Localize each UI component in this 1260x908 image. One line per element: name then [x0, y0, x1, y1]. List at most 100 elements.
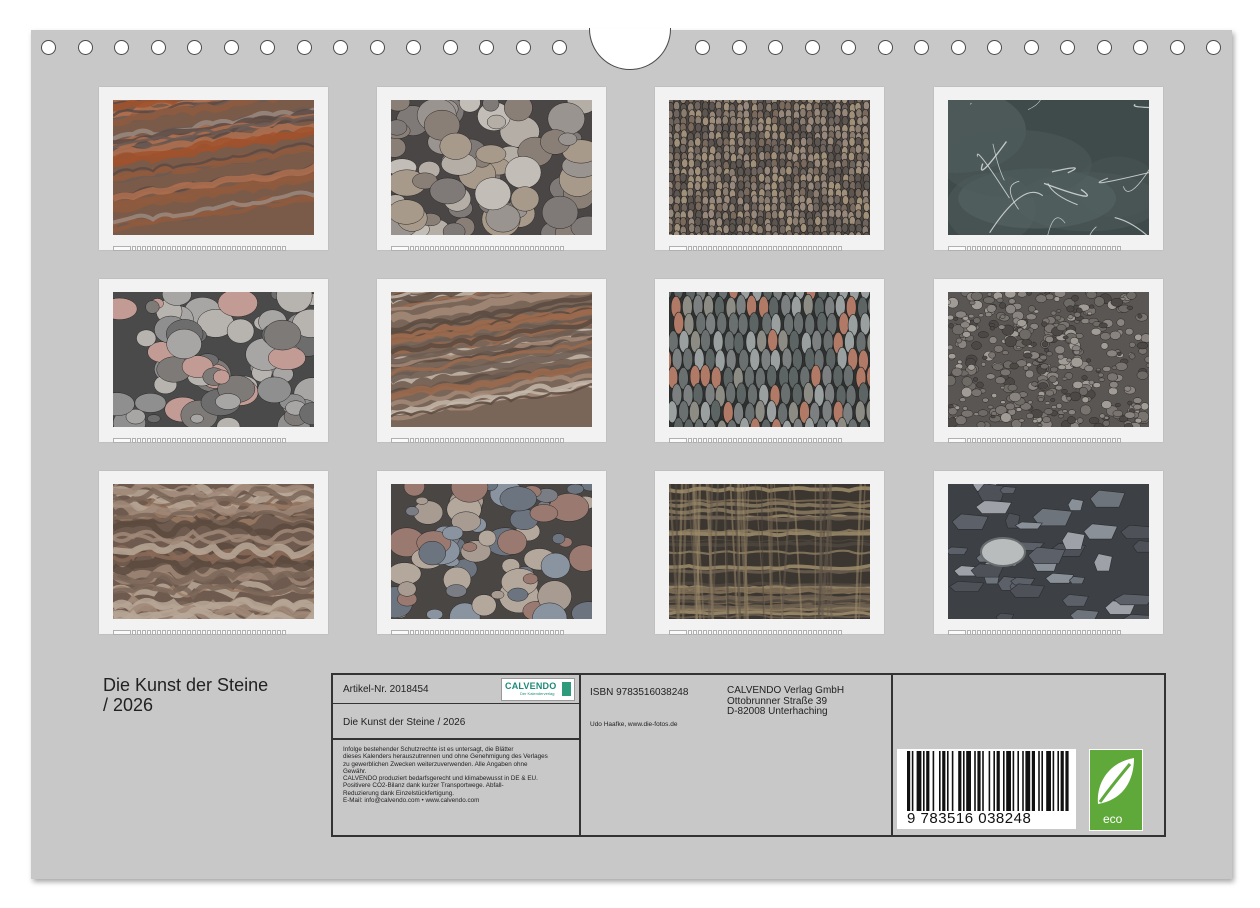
- calendar-back-page: Die Kunst der Steine / 2026 Artikel-Nr. …: [31, 28, 1232, 879]
- barcode-bars: [907, 751, 1069, 811]
- binding-ring: [768, 40, 783, 55]
- legal-line: zu gewerblichen Zwecken weiterzuverwende…: [343, 760, 528, 768]
- month-thumbnail: [377, 87, 606, 251]
- calvendo-logo-subtext: Der Kalenderverlag: [520, 691, 555, 696]
- mini-calendar-strip: [669, 430, 870, 443]
- binding-ring: [552, 40, 567, 55]
- calvendo-logo-mark-icon: [562, 682, 571, 696]
- binding-ring: [804, 40, 820, 55]
- binding-ring: [1060, 40, 1075, 55]
- publisher-line: D-82008 Unterhaching: [727, 706, 828, 717]
- binding-ring: [914, 40, 929, 55]
- stone-photo: [113, 100, 314, 235]
- binding-ring: [1169, 40, 1185, 55]
- month-thumbnail: [377, 471, 606, 635]
- barcode-number: 9 783516 038248: [907, 810, 1032, 827]
- mini-calendar-strip: [113, 238, 314, 251]
- stone-photo: [669, 292, 870, 427]
- calvendo-logo-text: CALVENDO: [505, 681, 557, 691]
- leaf-icon: [1097, 758, 1134, 804]
- mini-calendar-strip: [391, 622, 592, 635]
- binding-ring: [987, 40, 1002, 55]
- binding-ring: [479, 40, 494, 55]
- binding-ring: [877, 40, 893, 55]
- mini-calendar-strip: [669, 238, 870, 251]
- legal-line: CALVENDO produziert bedarfsgerecht und k…: [343, 775, 538, 783]
- binding-ring: [333, 40, 348, 55]
- binding-ring: [442, 40, 458, 55]
- binding-ring: [406, 40, 421, 55]
- binding-ring: [1133, 40, 1148, 55]
- binding-ring: [77, 40, 93, 55]
- info-calendar-title: Die Kunst der Steine / 2026: [343, 717, 466, 728]
- month-thumbnail: [655, 87, 884, 251]
- legal-line: Infolge bestehender Schutzrechte ist es …: [343, 746, 514, 753]
- binding-ring: [515, 40, 531, 55]
- isbn: ISBN 9783516038248: [590, 687, 689, 698]
- calvendo-logo: CALVENDO Der Kalenderverlag: [501, 678, 575, 701]
- legal-notice: Infolge bestehender Schutzrechte ist es …: [343, 746, 578, 804]
- mini-calendar-strip: [948, 622, 1149, 635]
- author: Udo Haafke, www.die-fotos.de: [590, 721, 678, 728]
- publisher-line: CALVENDO Verlag GmbH: [727, 685, 845, 696]
- mini-calendar-strip: [391, 238, 592, 251]
- month-thumbnail: [934, 471, 1163, 635]
- binding-ring: [369, 40, 385, 55]
- binding-ring: [1206, 40, 1221, 55]
- stone-photo: [669, 100, 870, 235]
- legal-line: E-Mail: info@calvendo.com • www.calvendo…: [343, 797, 480, 805]
- binding-ring: [114, 40, 129, 55]
- stone-photo: [113, 484, 314, 619]
- article-row: Artikel-Nr. 2018454 CALVENDO Der Kalende…: [333, 675, 579, 704]
- mini-calendar-strip: [391, 430, 592, 443]
- stone-photo: [948, 292, 1149, 427]
- legal-line: Positivere CO2-Bilanz dank kurzer Transp…: [343, 782, 504, 790]
- binding-ring: [41, 40, 56, 55]
- info-column-right: 9 783516 038248 eco: [893, 675, 1164, 835]
- title-row: Die Kunst der Steine / 2026: [333, 704, 579, 740]
- binding-ring: [223, 40, 239, 55]
- stone-photo: [948, 100, 1149, 235]
- calendar-title-line1: Die Kunst der Steine: [103, 675, 269, 695]
- month-thumbnail: [99, 87, 328, 251]
- month-thumbnail: [934, 87, 1163, 251]
- hanger-notch: [589, 28, 671, 70]
- month-thumbnail: [655, 471, 884, 635]
- month-thumbnail: [99, 471, 328, 635]
- binding-ring: [187, 40, 202, 55]
- month-thumbnail: [99, 279, 328, 443]
- binding-ring: [296, 40, 312, 55]
- barcode: 9 783516 038248: [897, 749, 1076, 829]
- legal-line: Gewähr.: [343, 767, 367, 775]
- binding-ring: [841, 40, 856, 55]
- binding-ring: [260, 40, 275, 55]
- article-number: Artikel-Nr. 2018454: [343, 684, 429, 695]
- eco-label: eco: [1103, 812, 1123, 826]
- stone-photo: [948, 484, 1149, 619]
- month-thumbnail: [377, 279, 606, 443]
- month-thumbnail: [655, 279, 884, 443]
- legal-line: Reduzierung dank Einzelstückfertigung.: [343, 789, 454, 797]
- calendar-title-line2: / 2026: [103, 695, 154, 715]
- binding-ring: [950, 40, 966, 55]
- mini-calendar-strip: [948, 238, 1149, 251]
- binding-ring: [1096, 40, 1112, 55]
- mini-calendar-strip: [948, 430, 1149, 443]
- info-column-middle: ISBN 9783516038248 Udo Haafke, www.die-f…: [581, 675, 893, 835]
- binding-ring: [150, 40, 166, 55]
- binding-ring: [731, 40, 747, 55]
- stone-photo: [391, 292, 592, 427]
- stone-photo: [113, 292, 314, 427]
- binding-ring: [695, 40, 710, 55]
- mini-calendar-strip: [669, 622, 870, 635]
- stone-photo: [669, 484, 870, 619]
- legal-line: dieses Kalenders herauszutrennen und ohn…: [343, 753, 548, 761]
- mini-calendar-strip: [113, 430, 314, 443]
- info-column-left: Artikel-Nr. 2018454 CALVENDO Der Kalende…: [333, 675, 581, 835]
- stone-photo: [391, 484, 592, 619]
- mini-calendar-strip: [113, 622, 314, 635]
- publisher-address: CALVENDO Verlag GmbH Ottobrunner Straße …: [727, 685, 845, 718]
- calendar-title: Die Kunst der Steine / 2026: [103, 675, 313, 715]
- stone-photo: [391, 100, 592, 235]
- info-box: Artikel-Nr. 2018454 CALVENDO Der Kalende…: [331, 673, 1166, 837]
